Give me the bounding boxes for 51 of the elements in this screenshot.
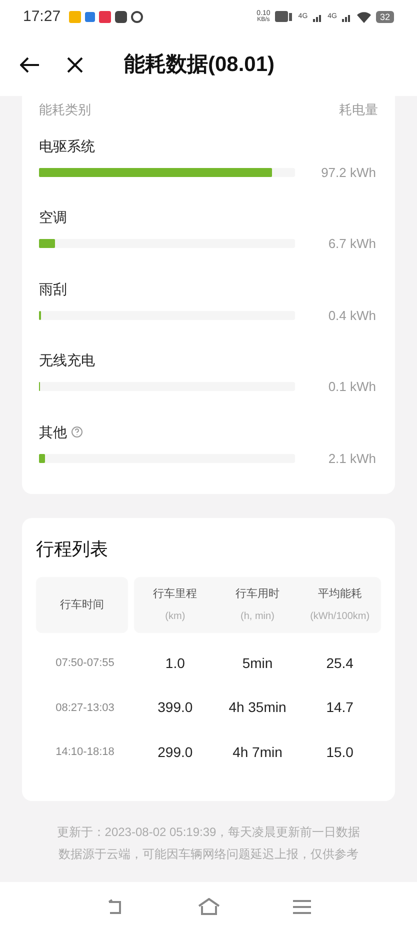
battery-indicator: 32 (376, 11, 394, 23)
category-label: 电驱系统 (39, 136, 95, 156)
close-icon[interactable] (67, 57, 83, 73)
column-unit: (km) (165, 610, 186, 624)
column-header: 行车里程 (153, 587, 198, 602)
category-label: 雨刮 (39, 280, 67, 298)
column-header: 行车用时 (235, 587, 280, 602)
section-title: 行程列表 (36, 538, 109, 561)
column-header: 平均能耗 (318, 587, 362, 602)
energy-value: 97.2 kWh (321, 164, 376, 182)
hd-icon (275, 11, 294, 23)
column-unit: (kWh/100km) (310, 610, 370, 624)
table-cell-text: 07:50-07:55 (54, 656, 116, 671)
table-cell-text: 15.0 (325, 742, 354, 762)
table-cell-text: 4h 35min (228, 698, 288, 718)
energy-value: 6.7 kWh (328, 235, 376, 253)
column-header: 耗电量 (339, 101, 378, 119)
table-cell-text: 5min (241, 654, 274, 673)
status-time: 17:27 (23, 6, 61, 27)
table-cell-text: 299.0 (156, 742, 194, 762)
table-cell-text: 399.0 (156, 698, 194, 718)
app-icon (68, 11, 81, 23)
footer-note: 数据源于云端，可能因车辆网络问题延迟上报，仅供参考 (58, 846, 358, 862)
table-cell-text: 1.0 (164, 654, 186, 673)
energy-value: 0.1 kWh (328, 378, 376, 396)
app-icon (130, 11, 143, 23)
table-cell-text: 14.7 (325, 698, 354, 718)
category-label: 无线充电 (39, 351, 95, 370)
menu-icon[interactable] (292, 898, 310, 914)
back-icon[interactable] (20, 57, 40, 73)
footer-note: 更新于：2023-08-02 05:19:39，每天凌晨更新前一日数据 (56, 824, 360, 840)
app-icon (98, 11, 111, 23)
signal-icon (312, 12, 323, 22)
column-header: 行车时间 (60, 598, 104, 613)
app-icon (114, 11, 127, 23)
column-header: 能耗类别 (39, 101, 91, 119)
help-icon[interactable] (71, 426, 83, 438)
home-icon[interactable] (198, 898, 220, 915)
page-title: 能耗数据(08.01) (124, 52, 275, 78)
energy-value: 2.1 kWh (328, 450, 376, 468)
table-cell-text: 4h 7min (232, 742, 284, 762)
category-label: 空调 (39, 208, 67, 227)
app-icon (84, 12, 95, 22)
column-unit: (h, min) (240, 610, 274, 624)
category-label: 其他 (39, 422, 67, 442)
wifi-icon (356, 12, 371, 22)
table-cell-text: 25.4 (325, 654, 354, 673)
table-cell-text: 14:10-18:18 (54, 745, 116, 760)
signal-icon (342, 12, 352, 22)
energy-value: 0.4 kWh (328, 306, 376, 324)
table-cell-text: 08:27-13:03 (54, 700, 116, 716)
